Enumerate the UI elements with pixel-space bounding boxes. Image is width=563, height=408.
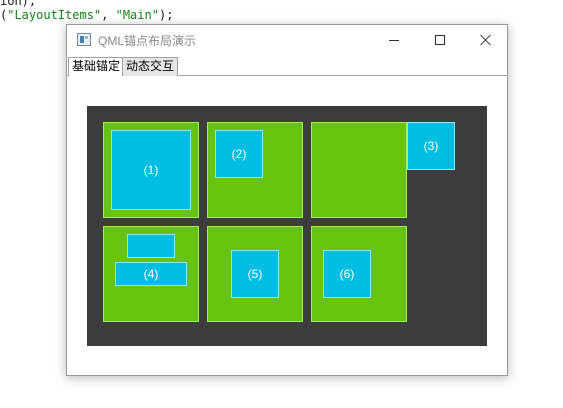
tab-bar: 基础锚定 动态交互 — [67, 56, 507, 76]
close-button[interactable] — [463, 25, 509, 55]
minimize-icon — [389, 39, 399, 41]
anchor-item-4: (4) — [115, 262, 187, 286]
maximize-icon — [435, 35, 445, 45]
item-label: (4) — [143, 267, 159, 281]
editor-code-line: ion); — [0, 0, 37, 8]
window-title: QML锚点布局演示 — [98, 34, 197, 48]
anchor-item-5: (5) — [231, 250, 279, 298]
tab-dynamic-interaction[interactable]: 动态交互 — [122, 57, 179, 76]
tab-basic-anchoring[interactable]: 基础锚定 — [68, 57, 125, 76]
anchor-cell-6: (6) — [311, 226, 407, 322]
item-label: (2) — [231, 147, 247, 161]
anchor-item-6: (6) — [323, 250, 371, 298]
close-icon — [480, 34, 492, 46]
anchor-item-4-top — [127, 234, 175, 258]
demo-canvas: (1) (2) (3) (4) (5) (6) — [87, 106, 487, 346]
anchor-cell-1: (1) — [103, 122, 199, 218]
minimize-button[interactable] — [371, 25, 417, 55]
item-label: (6) — [339, 267, 355, 281]
app-icon — [77, 33, 91, 46]
anchor-item-2: (2) — [215, 130, 263, 178]
anchor-cell-3 — [311, 122, 407, 218]
item-label: (5) — [247, 267, 263, 281]
item-label: (3) — [423, 139, 439, 153]
anchor-cell-2: (2) — [207, 122, 303, 218]
maximize-button[interactable] — [417, 25, 463, 55]
anchor-item-3: (3) — [407, 122, 455, 170]
anchor-cell-4: (4) — [103, 226, 199, 322]
app-window: QML锚点布局演示 基础锚定 动态交互 (1) (2) (3) (4) (5) — [66, 24, 508, 376]
anchor-item-1: (1) — [111, 130, 191, 210]
anchor-cell-5: (5) — [207, 226, 303, 322]
item-label: (1) — [143, 163, 159, 177]
window-titlebar[interactable]: QML锚点布局演示 — [67, 25, 507, 55]
editor-code-line: ("LayoutItems", "Main"); — [0, 8, 174, 22]
